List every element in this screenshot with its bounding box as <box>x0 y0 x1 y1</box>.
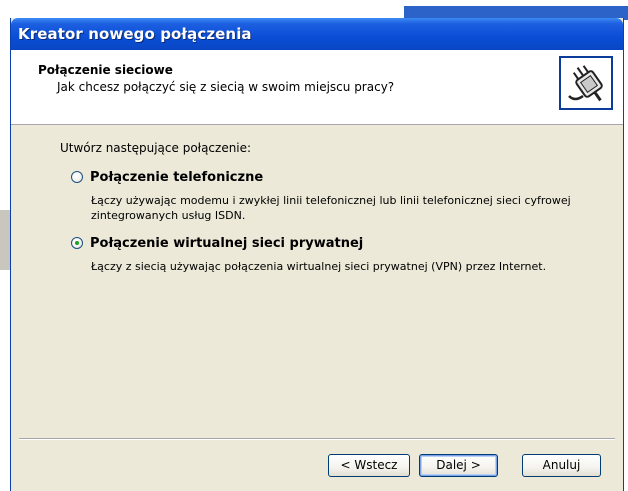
radio-selected-dot <box>75 241 79 245</box>
header-title: Połączenie sieciowe <box>38 63 173 77</box>
cancel-button[interactable]: Anuluj <box>522 454 601 477</box>
wizard-body: Utwórz następujące połączenie: Połączeni… <box>11 125 623 438</box>
window-title: Kreator nowego połączenia <box>18 25 252 43</box>
next-button[interactable]: Dalej > <box>419 454 498 477</box>
wizard-header: Połączenie sieciowe Jak chcesz połączyć … <box>11 50 623 125</box>
new-connection-wizard-window: Kreator nowego połączenia Połączenie sie… <box>10 18 624 491</box>
header-subtitle: Jak chcesz połączyć się z siecią w swoim… <box>57 80 395 94</box>
option-vpn-label[interactable]: Połączenie wirtualnej sieci prywatnej <box>90 236 363 251</box>
radio-vpn[interactable] <box>71 237 83 249</box>
intro-text: Utwórz następujące połączenie: <box>60 141 252 155</box>
network-plug-icon <box>559 56 613 110</box>
title-bar[interactable]: Kreator nowego połączenia <box>11 18 623 50</box>
back-button[interactable]: < Wstecz <box>328 454 410 477</box>
background-window-fragment <box>0 210 10 270</box>
option-dialup-label[interactable]: Połączenie telefoniczne <box>90 170 263 185</box>
option-dialup-description: Łączy używając modemu i zwykłej linii te… <box>91 194 571 222</box>
footer-separator <box>19 438 615 440</box>
radio-dialup[interactable] <box>71 171 83 183</box>
option-vpn-description: Łączy z siecią używając połączenia wirtu… <box>91 260 547 273</box>
